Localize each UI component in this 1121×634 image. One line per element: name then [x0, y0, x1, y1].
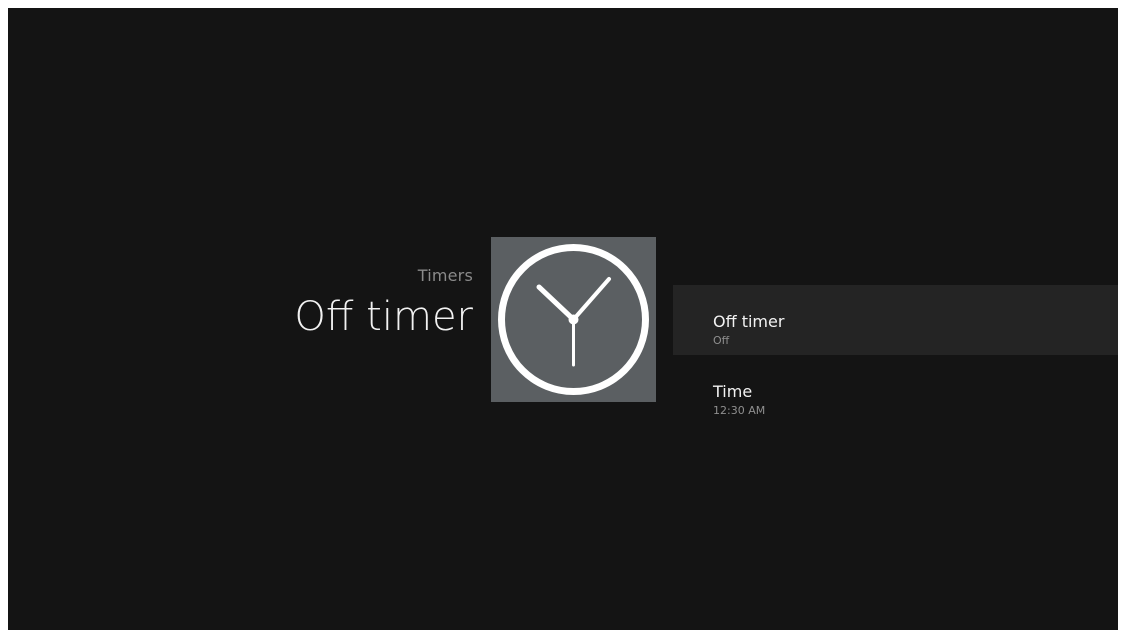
breadcrumb: Timers [417, 266, 473, 285]
setting-value: Off [713, 334, 730, 347]
setting-row-off-timer[interactable]: Off timer Off [673, 285, 1118, 355]
tv-settings-screen: Timers Off timer Off timer Off Time 12:3… [8, 8, 1118, 630]
clock-icon [498, 244, 649, 395]
settings-list: Off timer Off Time 12:30 AM [673, 285, 1118, 425]
setting-value: 12:30 AM [713, 404, 766, 417]
category-tile [491, 237, 656, 402]
setting-label: Time [713, 382, 753, 401]
setting-row-time[interactable]: Time 12:30 AM [673, 355, 1118, 425]
page-title: Off timer [294, 294, 473, 340]
setting-label: Off timer [713, 312, 785, 331]
